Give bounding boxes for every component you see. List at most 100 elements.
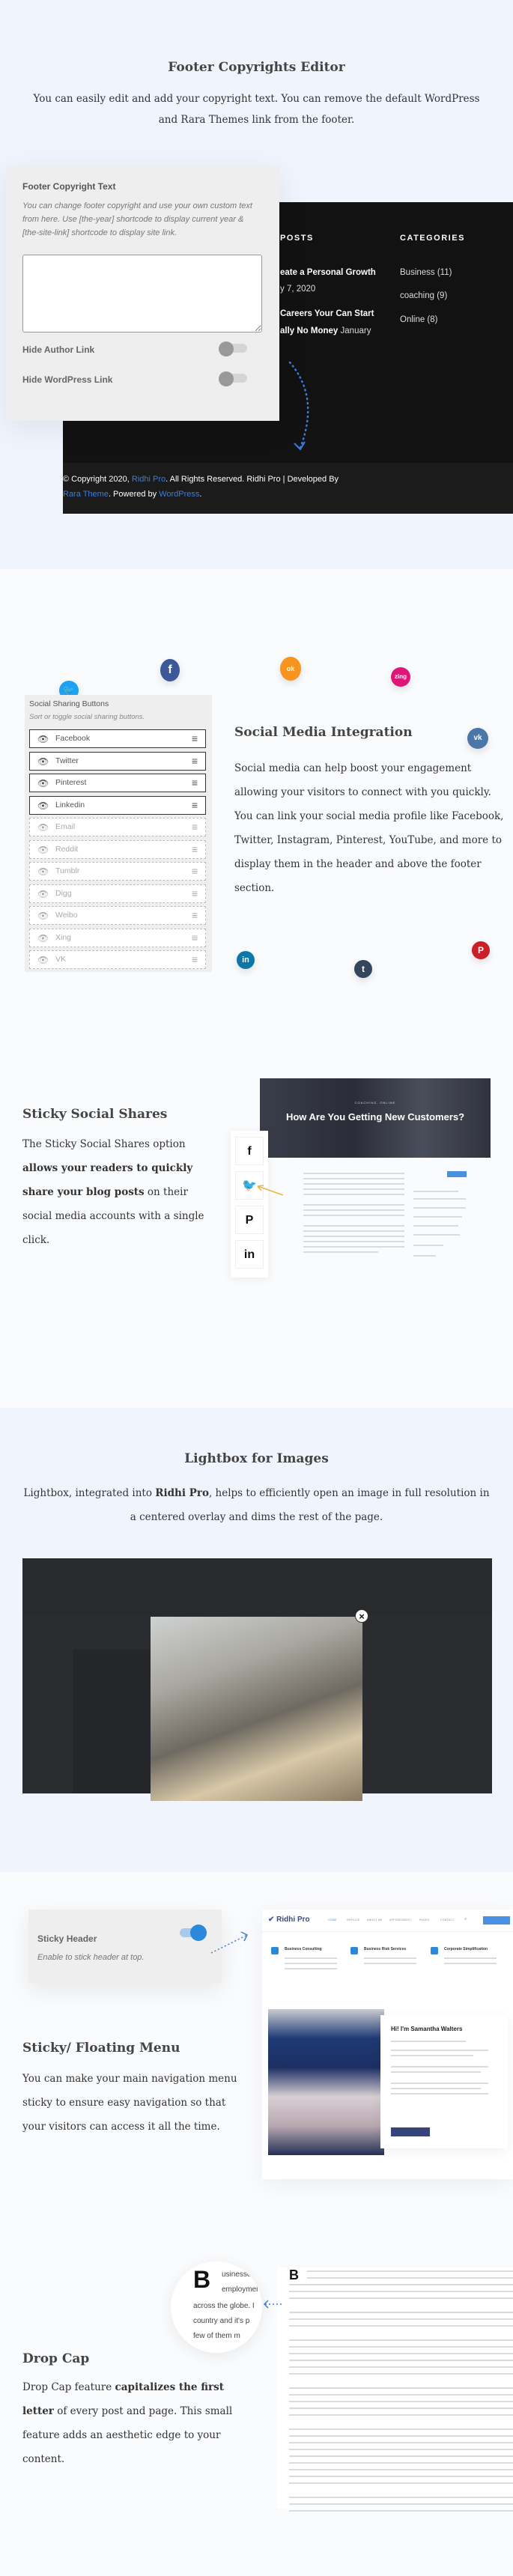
linkedin-share-button[interactable]: in: [235, 1240, 264, 1269]
service-icon: [271, 1947, 279, 1954]
panel-label: Social Sharing Buttons: [29, 699, 109, 708]
profile-photo: [268, 2009, 384, 2155]
sharing-button-row[interactable]: 👁 VK ≡: [29, 950, 206, 969]
sharing-button-row[interactable]: 👁 Twitter ≡: [29, 751, 206, 771]
text-line: [289, 2401, 513, 2402]
text-line: country and it's p: [193, 2317, 250, 2325]
nav-item[interactable]: APPOINTMENT: [389, 1919, 411, 1922]
eye-icon[interactable]: 👁: [37, 845, 49, 855]
pinterest-share-button[interactable]: P: [235, 1206, 264, 1234]
copyright-text-input[interactable]: [22, 255, 262, 332]
text-line: [307, 2277, 513, 2279]
post-hero-image: COACHING, ONLINE How Are You Getting New…: [260, 1078, 491, 1158]
drag-handle-icon[interactable]: ≡: [192, 865, 198, 877]
drag-handle-icon[interactable]: ≡: [192, 821, 198, 833]
close-icon[interactable]: ×: [355, 1609, 368, 1623]
nav-item[interactable]: SERVICE: [347, 1919, 359, 1922]
arrow-icon: [257, 1185, 284, 1196]
sharing-button-label: Xing: [55, 932, 72, 942]
text-line: [289, 2414, 513, 2416]
copyright-bar: © Copyright 2020, Ridhi Pro. All Rights …: [63, 463, 513, 514]
facebook-share-button[interactable]: f: [235, 1137, 264, 1165]
eye-icon[interactable]: 👁: [37, 889, 49, 899]
eye-icon[interactable]: 👁: [37, 911, 49, 921]
drag-handle-icon[interactable]: ≡: [192, 732, 198, 744]
eye-icon[interactable]: 👁: [37, 933, 49, 944]
recent-post-link[interactable]: Careers Your Can Start: [280, 309, 374, 318]
sharing-button-row[interactable]: 👁 Pinterest ≡: [29, 774, 206, 792]
nav-item[interactable]: PAGES: [419, 1919, 429, 1922]
drag-handle-icon[interactable]: ≡: [192, 755, 198, 767]
eye-icon[interactable]: 👁: [37, 756, 49, 767]
eye-icon[interactable]: 👁: [37, 778, 49, 789]
text-line: [289, 2387, 513, 2389]
text-line: [289, 2442, 513, 2443]
text-line: [289, 2408, 513, 2409]
drag-handle-icon[interactable]: ≡: [192, 932, 198, 944]
sharing-button-row[interactable]: 👁 Linkedin ≡: [29, 795, 206, 815]
sharing-button-row[interactable]: 👁 Email ≡: [29, 818, 206, 836]
site-link[interactable]: Ridhi Pro: [132, 475, 166, 484]
search-button[interactable]: [447, 1171, 467, 1177]
sharing-button-label: Reddit: [55, 844, 79, 854]
text-line: usinesse.: [222, 2270, 254, 2279]
panel-label: Footer Copyright Text: [22, 181, 116, 192]
copyright-text: . All Rights Reserved. Ridhi Pro | Devel…: [166, 475, 339, 484]
eye-icon[interactable]: 👁: [37, 822, 49, 833]
recent-post-link[interactable]: ally No Money January: [280, 326, 371, 335]
nav-item[interactable]: CONTACT: [440, 1919, 455, 1922]
dotted-arrow-icon: [288, 361, 309, 451]
wordpress-link[interactable]: WordPress: [159, 490, 199, 499]
eye-icon[interactable]: 👁: [37, 955, 49, 965]
text-line: across the globe. I: [193, 2302, 255, 2310]
sharing-button-row[interactable]: 👁 Xing ≡: [29, 928, 206, 947]
nav-item[interactable]: ABOUT ME: [367, 1919, 383, 1922]
category-link[interactable]: coaching (9): [400, 291, 447, 300]
category-link[interactable]: Business (11): [400, 268, 452, 277]
drag-handle-icon[interactable]: ≡: [192, 843, 198, 855]
eye-icon[interactable]: 👁: [37, 801, 49, 811]
site-logo[interactable]: ✔ Ridhi Pro: [268, 1916, 310, 1924]
nav-cta-button[interactable]: [483, 1916, 510, 1925]
tumblr-icon: t: [354, 960, 372, 978]
text-line: [289, 2297, 513, 2299]
text-line: [289, 2346, 513, 2348]
sharing-button-row[interactable]: 👁 Digg ≡: [29, 884, 206, 903]
sharing-button-row[interactable]: 👁 Reddit ≡: [29, 839, 206, 859]
facebook-icon: f: [160, 659, 180, 681]
sharing-button-label: VK: [55, 955, 67, 964]
drag-handle-icon[interactable]: ≡: [192, 887, 198, 899]
section-title: Drop Cap: [22, 2351, 90, 2366]
sharing-button-row[interactable]: 👁 Weibo ≡: [29, 906, 206, 925]
author-link[interactable]: Rara Theme: [63, 490, 109, 499]
blog-post-preview: COACHING, ONLINE How Are You Getting New…: [225, 1071, 513, 1288]
pinterest-icon: P: [472, 941, 490, 959]
hide-author-link-toggle[interactable]: [219, 341, 249, 356]
search-icon[interactable]: ⌕: [464, 1917, 467, 1922]
hide-wordpress-link-toggle[interactable]: [219, 371, 249, 386]
category-link[interactable]: Online (8): [400, 315, 438, 324]
text-line: [289, 2428, 513, 2430]
drag-handle-icon[interactable]: ≡: [192, 953, 198, 965]
service-icon: [350, 1947, 358, 1954]
dotted-arrow-icon: [263, 2300, 283, 2309]
section-description: You can make your main navigation menu s…: [22, 2073, 237, 2133]
drag-handle-icon[interactable]: ≡: [192, 799, 198, 811]
more-about-me-button[interactable]: [391, 2127, 430, 2136]
nav-item[interactable]: HOME: [328, 1919, 337, 1922]
text-line: [289, 2510, 513, 2512]
recent-post-link[interactable]: eate a Personal Growth: [280, 268, 376, 277]
sharing-button-row[interactable]: 👁 Tumblr ≡: [29, 862, 206, 881]
drag-handle-icon[interactable]: ≡: [192, 777, 198, 789]
sticky-header-toggle[interactable]: [177, 1925, 207, 1941]
sharing-button-row[interactable]: 👁 Facebook ≡: [29, 729, 206, 748]
text-line: [289, 2476, 513, 2477]
eye-icon[interactable]: 👁: [37, 734, 49, 744]
posts-heading: POSTS: [280, 234, 314, 243]
drag-handle-icon[interactable]: ≡: [192, 909, 198, 921]
eye-icon[interactable]: 👁: [37, 866, 49, 877]
post-category: COACHING, ONLINE: [354, 1101, 396, 1105]
drop-cap-magnifier: B usinesse. employmei across the globe. …: [171, 2261, 262, 2353]
post-title: How Are You Getting New Customers?: [285, 1111, 465, 1123]
panel-hint: Sort or toggle social sharing buttons.: [29, 713, 145, 721]
